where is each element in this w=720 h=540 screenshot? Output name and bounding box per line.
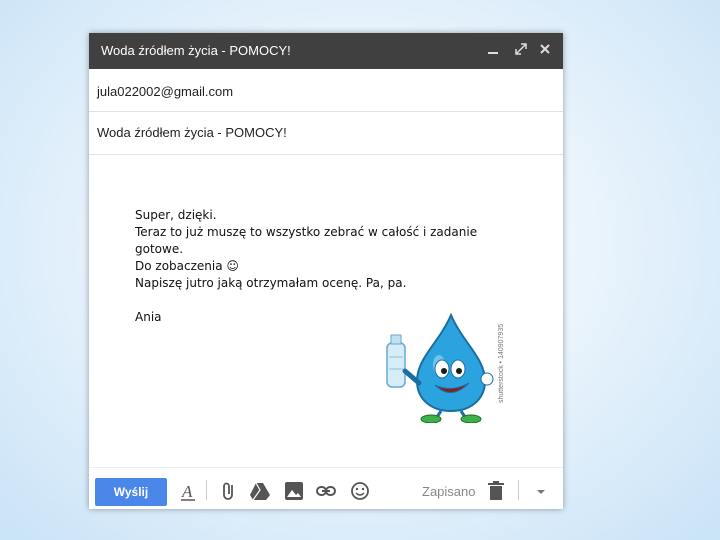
- compose-toolbar: Wyślij A Zapisano: [89, 467, 563, 510]
- window-title: Woda źródłem życia - POMOCY!: [101, 43, 291, 58]
- toolbar-divider: [206, 480, 207, 500]
- minimize-icon[interactable]: [483, 40, 503, 60]
- message-line: Super, dzięki.: [135, 208, 217, 222]
- message-line: Teraz to już muszę to wszystko zebrać w …: [135, 225, 481, 256]
- message-line: [135, 292, 515, 309]
- message-line: Napiszę jutro jaką otrzymałam ocenę. Pa,…: [135, 276, 407, 290]
- drive-icon[interactable]: [249, 480, 271, 502]
- close-icon[interactable]: [535, 40, 555, 60]
- emoji-icon[interactable]: [349, 480, 371, 502]
- trash-icon[interactable]: [485, 480, 507, 502]
- attach-icon[interactable]: [218, 480, 240, 502]
- svg-text:A: A: [181, 482, 193, 501]
- expand-icon[interactable]: [511, 40, 531, 60]
- compose-titlebar[interactable]: Woda źródłem życia - POMOCY!: [89, 33, 563, 69]
- message-line: Do zobaczenia ☺: [135, 259, 239, 273]
- message-body[interactable]: Super, dzięki. Teraz to już muszę to wsz…: [135, 207, 515, 326]
- draft-saved-status: Zapisano: [422, 484, 476, 499]
- water-drop-mascot-image: shutterstock • 140907935: [386, 313, 505, 423]
- subject-value[interactable]: Woda źródłem życia - POMOCY!: [97, 125, 287, 140]
- to-value[interactable]: jula022002@gmail.com: [97, 84, 233, 99]
- stock-watermark: shutterstock • 140907935: [498, 324, 505, 403]
- subject-field[interactable]: Woda źródłem życia - POMOCY!: [89, 112, 563, 155]
- to-field[interactable]: jula022002@gmail.com: [89, 69, 563, 112]
- format-text-icon[interactable]: A: [177, 480, 199, 502]
- compose-window: Woda źródłem życia - POMOCY! jula022002@…: [89, 33, 563, 509]
- toolbar-divider: [518, 480, 519, 500]
- photo-icon[interactable]: [283, 480, 305, 502]
- send-button[interactable]: Wyślij: [95, 478, 167, 506]
- more-options-icon[interactable]: [530, 480, 552, 502]
- link-icon[interactable]: [315, 480, 337, 502]
